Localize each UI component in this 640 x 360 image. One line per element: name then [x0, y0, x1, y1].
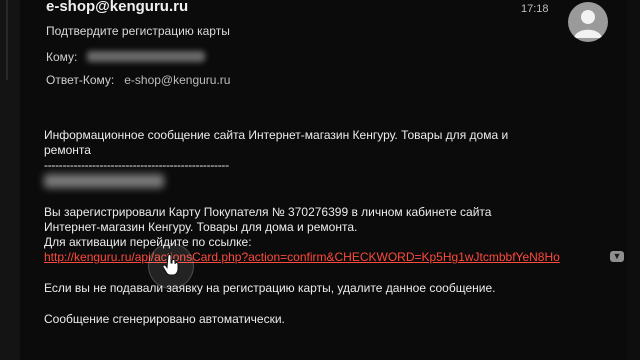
- right-window-edge: [626, 0, 640, 360]
- email-subject: Подтвердите регистрацию карты: [46, 24, 230, 38]
- left-window-edge: [0, 0, 20, 360]
- reply-to-address[interactable]: e-shop@kenguru.ru: [124, 73, 230, 87]
- registration-line-1: Вы зарегистрировали Карту Покупателя № 3…: [44, 205, 492, 219]
- to-label: Кому:: [46, 50, 78, 64]
- activation-label: Для активации перейдите по ссылке:: [44, 235, 252, 249]
- reply-to-row: Ответ-Кому: e-shop@kenguru.ru: [46, 73, 230, 87]
- email-header: e-shop@kenguru.ru 17:18 Подтвердите реги…: [46, 0, 626, 100]
- activation-link-row: http://kenguru.ru/api/actionsCard.php?ac…: [44, 250, 624, 266]
- received-time: 17:18: [521, 3, 549, 15]
- registration-line-2: Интернет-магазин Кенгуру. Товары для дом…: [44, 220, 358, 234]
- ignore-notice: Если вы не подавали заявку на регистраци…: [44, 281, 496, 295]
- activation-link[interactable]: http://kenguru.ru/api/actionsCard.php?ac…: [44, 250, 560, 264]
- chevron-down-icon[interactable]: ▼: [610, 251, 624, 262]
- sender-address[interactable]: e-shop@kenguru.ru: [46, 0, 188, 15]
- to-row: Кому:: [46, 50, 206, 64]
- left-edge-bar: [6, 0, 8, 80]
- intro-line-1: Информационное сообщение сайта Интернет-…: [44, 128, 509, 142]
- hand-pointer-icon: [148, 243, 194, 289]
- intro-line-2: ремонта: [44, 143, 91, 157]
- auto-generated-notice: Сообщение сгенерировано автоматически.: [44, 312, 285, 326]
- separator-line: ----------------------------------------…: [44, 158, 229, 172]
- person-avatar-icon[interactable]: [568, 2, 608, 42]
- recipient-name-redacted: [44, 174, 164, 188]
- reply-to-label: Ответ-Кому:: [46, 73, 115, 87]
- recipient-redacted: [87, 51, 206, 62]
